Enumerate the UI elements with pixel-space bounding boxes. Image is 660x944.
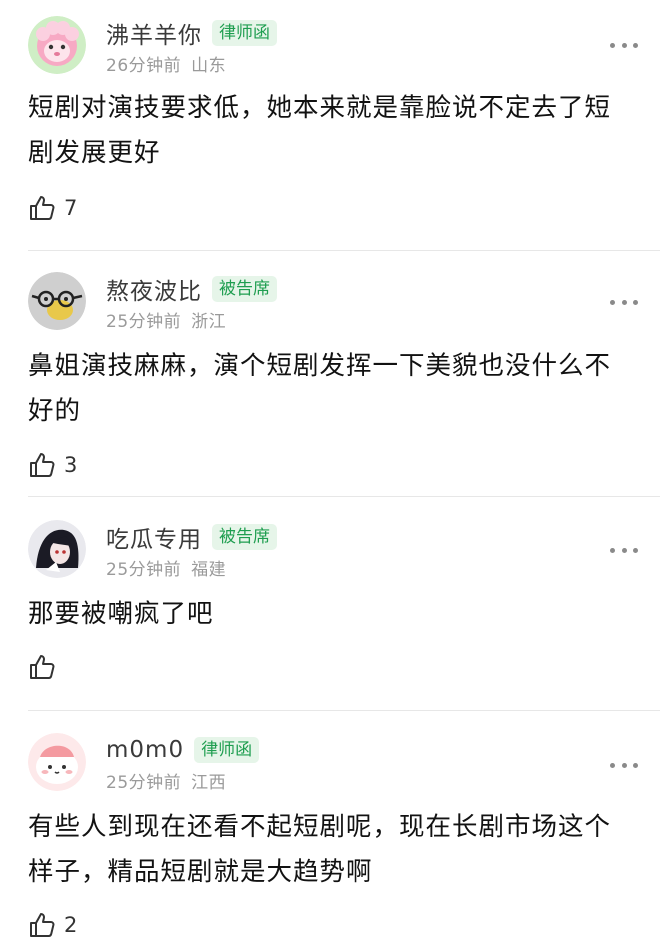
divider bbox=[28, 710, 660, 711]
more-dots-icon[interactable] bbox=[610, 761, 638, 769]
avatar[interactable] bbox=[28, 272, 86, 330]
more-dots-icon[interactable] bbox=[610, 298, 638, 306]
avatar[interactable] bbox=[28, 520, 86, 578]
comment-text: 有些人到现在还看不起短剧呢，现在长剧市场这个样子，精品短剧就是大趋势啊 bbox=[28, 812, 612, 887]
comment-location: 浙江 bbox=[191, 312, 227, 332]
peach-character-avatar-icon bbox=[28, 733, 86, 791]
name-row: m0m0 律师函 bbox=[106, 732, 260, 768]
comment-text: 那要被嘲疯了吧 bbox=[28, 599, 214, 629]
comment-text: 鼻姐演技麻麻，演个短剧发挥一下美貌也没什么不好的 bbox=[28, 351, 612, 426]
comment-meta: 26分钟前 山东 bbox=[106, 51, 226, 76]
comment-text: 短剧对演技要求低，她本来就是靠脸说不定去了短剧发展更好 bbox=[28, 93, 612, 168]
comment-feed: 沸羊羊你 律师函 26分钟前 山东 短剧对演技要求低，她本来就是靠脸说不定去了短剧… bbox=[0, 0, 660, 944]
user-badge: 被告席 bbox=[212, 524, 277, 550]
name-row: 吃瓜专用 被告席 bbox=[106, 519, 277, 555]
divider bbox=[28, 250, 660, 251]
name-row: 沸羊羊你 律师函 bbox=[106, 15, 277, 51]
like-button[interactable] bbox=[28, 652, 64, 682]
username[interactable]: m0m0 bbox=[106, 737, 184, 763]
thumbs-up-icon bbox=[30, 453, 55, 477]
username[interactable]: 沸羊羊你 bbox=[106, 16, 202, 50]
comment-location: 福建 bbox=[191, 560, 227, 580]
avatar[interactable] bbox=[28, 733, 86, 791]
comment-meta: 25分钟前 浙江 bbox=[106, 307, 226, 332]
comment-location: 山东 bbox=[191, 56, 227, 76]
thumbs-up-icon bbox=[30, 655, 55, 679]
name-row: 熬夜波比 被告席 bbox=[106, 271, 277, 307]
like-button[interactable]: 3 bbox=[28, 450, 77, 480]
user-badge: 律师函 bbox=[194, 737, 260, 763]
like-count: 2 bbox=[64, 913, 78, 937]
avatar[interactable] bbox=[28, 16, 86, 74]
comment-time: 25分钟前 bbox=[106, 312, 182, 332]
pink-sheep-avatar-icon bbox=[28, 16, 86, 74]
comment-time: 25分钟前 bbox=[106, 560, 182, 580]
user-badge: 被告席 bbox=[212, 276, 277, 302]
anime-character-avatar-icon bbox=[28, 520, 86, 578]
comment-meta: 25分钟前 江西 bbox=[106, 768, 226, 793]
like-button[interactable]: 2 bbox=[28, 910, 77, 940]
more-dots-icon[interactable] bbox=[610, 41, 638, 49]
more-dots-icon[interactable] bbox=[610, 546, 638, 554]
username[interactable]: 熬夜波比 bbox=[106, 272, 202, 306]
like-count: 7 bbox=[64, 196, 78, 220]
comment-location: 江西 bbox=[191, 773, 227, 793]
comment-time: 26分钟前 bbox=[106, 56, 182, 76]
comment-time: 25分钟前 bbox=[106, 773, 182, 793]
thumbs-up-icon bbox=[30, 913, 55, 937]
username[interactable]: 吃瓜专用 bbox=[106, 520, 202, 554]
user-badge: 律师函 bbox=[212, 20, 277, 46]
like-count: 3 bbox=[64, 453, 78, 477]
like-button[interactable]: 7 bbox=[28, 193, 77, 223]
duck-with-glasses-avatar-icon bbox=[28, 272, 86, 330]
thumbs-up-icon bbox=[30, 196, 55, 220]
comment-meta: 25分钟前 福建 bbox=[106, 555, 226, 580]
divider bbox=[28, 496, 660, 497]
